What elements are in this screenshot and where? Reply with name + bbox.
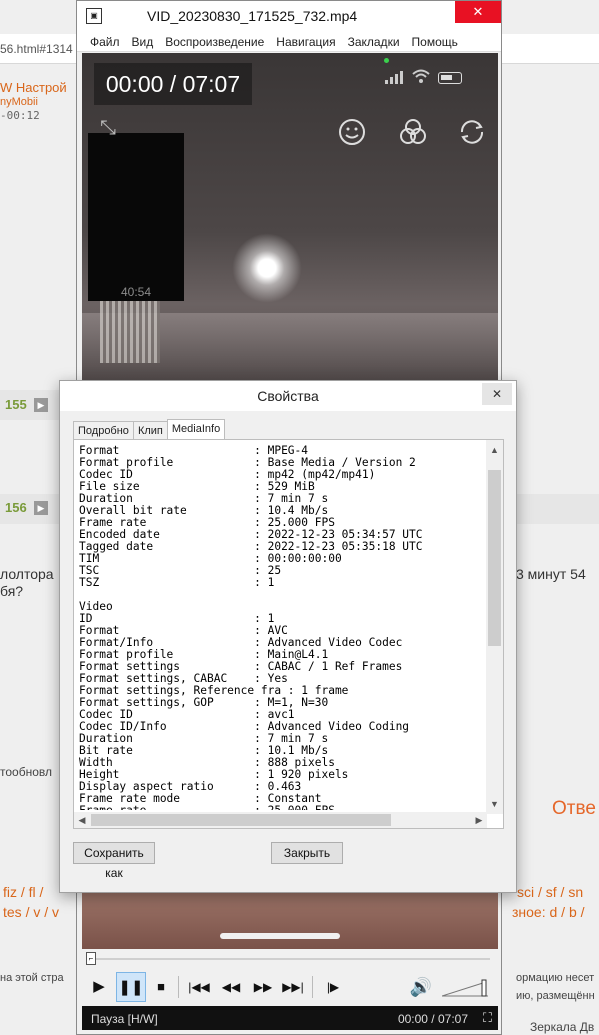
signal-icon: [385, 71, 403, 84]
play-icon[interactable]: ▶: [34, 501, 48, 515]
recording-dot-icon: [384, 58, 389, 63]
menu-view[interactable]: Вид: [132, 32, 154, 51]
scroll-thumb[interactable]: [91, 814, 391, 826]
volume-speaker-icon[interactable]: 🔊: [406, 972, 436, 1002]
wifi-icon: [412, 69, 430, 83]
dialog-close-icon[interactable]: ✕: [482, 383, 512, 405]
footer-text: ию, размещённ: [516, 990, 595, 1002]
forward-button[interactable]: ▶▶: [248, 972, 278, 1002]
scroll-left-icon[interactable]: ◀: [74, 812, 90, 828]
status-bar: Пауза [H/W] 00:00 / 07:07 ⛶: [82, 1006, 498, 1030]
menu-playback[interactable]: Воспроизведение: [165, 32, 264, 51]
separator: [178, 976, 179, 998]
scroll-down-icon[interactable]: ▼: [486, 796, 503, 812]
board-links[interactable]: tes / v / v: [3, 904, 59, 920]
play-button[interactable]: ▶: [84, 972, 114, 1002]
properties-dialog: Свойства ✕ Подробно Клип MediaInfo Forma…: [59, 380, 517, 893]
menu-navigation[interactable]: Навигация: [276, 32, 335, 51]
save-as-button[interactable]: Сохранить как: [73, 842, 155, 880]
horizontal-scrollbar[interactable]: ◀ ▶: [74, 812, 487, 828]
mediainfo-text: Format : MPEG-4 Format profile : Base Med…: [79, 445, 484, 810]
window-title: VID_20230830_171525_732.mp4: [147, 8, 358, 24]
battery-icon: [438, 72, 462, 84]
mirrors-link[interactable]: Зеркала Дв: [530, 1020, 594, 1034]
tab-clip[interactable]: Клип: [132, 421, 168, 440]
pause-button[interactable]: ❚❚: [116, 972, 146, 1002]
footer-text: на этой стра: [0, 972, 64, 984]
fullscreen-icon[interactable]: ⛶: [483, 1010, 492, 1026]
collapse-arrows-icon[interactable]: ⤡: [100, 117, 116, 140]
playback-state: Пауза [H/W]: [91, 1012, 158, 1026]
post-text-line: бя?: [0, 583, 24, 599]
settings-link[interactable]: W Настрой: [0, 80, 67, 95]
window-close-button[interactable]: ✕: [455, 1, 501, 23]
menu-bar: Файл Вид Воспроизведение Навигация Закла…: [77, 32, 501, 52]
post-time: -00:12: [0, 109, 40, 122]
video-scene-light: [232, 233, 302, 303]
pip-time: 40:54: [120, 285, 152, 299]
tab-details[interactable]: Подробно: [73, 421, 134, 440]
reply-button[interactable]: Отве: [552, 798, 596, 820]
menu-help[interactable]: Помощь: [412, 32, 458, 51]
post-text-line: лолтора: [0, 566, 54, 582]
scroll-right-icon[interactable]: ▶: [471, 812, 487, 828]
address-text: 56.html#1314: [0, 42, 73, 56]
rewind-button[interactable]: ◀◀: [216, 972, 246, 1002]
playback-time: 00:00 / 07:07: [397, 1012, 468, 1026]
seek-track[interactable]: [92, 958, 490, 960]
mediainfo-line: Frame rate : 25.000 FPS: [79, 805, 484, 811]
volume-slider[interactable]: [442, 979, 488, 997]
stop-button[interactable]: ■: [146, 972, 176, 1002]
post-panel-155: 155 ▶: [0, 390, 60, 420]
playback-controls: ▶ ❚❚ ■ |◀◀ ◀◀ ▶▶ ▶▶| |▶ 🔊: [82, 970, 498, 1004]
pip-video-thumbnail[interactable]: 40:54: [88, 133, 184, 301]
frame-step-button[interactable]: |▶: [318, 972, 348, 1002]
footer-text: ормацию несет: [516, 972, 595, 984]
mediainfo-line: TSZ : 1: [79, 576, 275, 589]
previous-button[interactable]: |◀◀: [184, 972, 214, 1002]
smiley-icon[interactable]: [337, 117, 367, 147]
separator: [312, 976, 313, 998]
player-app-icon: ▣: [86, 8, 102, 24]
post-number[interactable]: 155: [5, 397, 27, 412]
next-button[interactable]: ▶▶|: [278, 972, 308, 1002]
vertical-scrollbar[interactable]: ▲ ▼: [486, 440, 503, 814]
title-bar[interactable]: ▣ VID_20230830_171525_732.mp4 ✕: [77, 1, 501, 32]
color-filter-icon[interactable]: [398, 117, 428, 147]
seek-handle[interactable]: ⌐: [86, 952, 96, 965]
play-icon[interactable]: ▶: [34, 398, 48, 412]
video-scene-bottom: [82, 893, 498, 949]
rotate-camera-icon[interactable]: [457, 117, 487, 147]
post-author[interactable]: nyMobii: [0, 96, 38, 108]
seek-bar[interactable]: ⌐: [82, 951, 498, 966]
tab-mediainfo[interactable]: MediaInfo: [166, 419, 226, 440]
close-button[interactable]: Закрыть: [271, 842, 343, 864]
dialog-title: Свойства: [60, 381, 516, 411]
scroll-thumb[interactable]: [488, 470, 501, 646]
post-number[interactable]: 156: [5, 500, 27, 515]
menu-file[interactable]: Файл: [90, 32, 120, 51]
video-time-overlay: 00:00 / 07:07: [94, 63, 252, 105]
autoupdate-text: тообновл: [0, 765, 52, 779]
home-indicator: [220, 933, 340, 939]
board-links[interactable]: зное: d / b /: [512, 904, 585, 920]
mediainfo-line: [79, 589, 484, 601]
board-links[interactable]: fiz / fl /: [3, 884, 43, 900]
menu-bookmarks[interactable]: Закладки: [348, 32, 400, 51]
post-text-line: 3 минут 54: [516, 566, 586, 582]
scroll-up-icon[interactable]: ▲: [486, 442, 503, 458]
mediainfo-textbox[interactable]: Format : MPEG-4 Format profile : Base Med…: [73, 439, 504, 829]
board-links[interactable]: sci / sf / sn: [517, 884, 583, 900]
dialog-tabs: Подробно Клип MediaInfo: [73, 419, 226, 440]
